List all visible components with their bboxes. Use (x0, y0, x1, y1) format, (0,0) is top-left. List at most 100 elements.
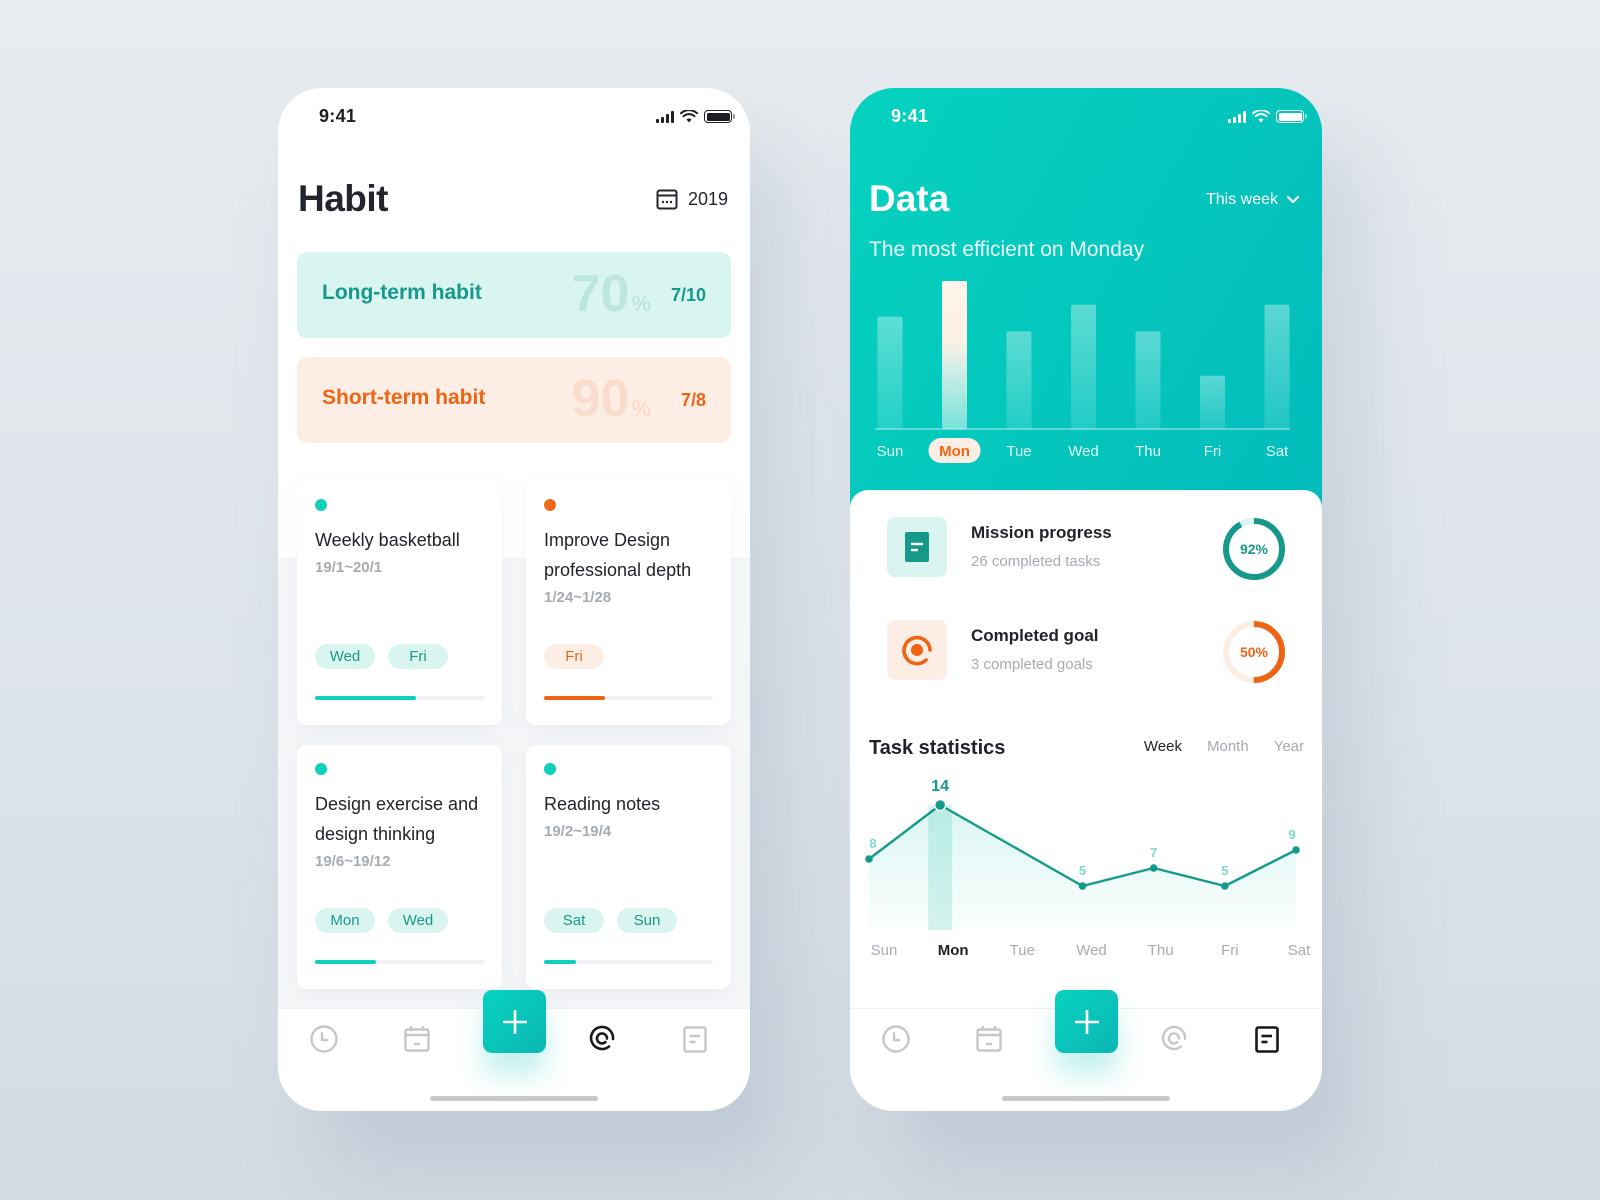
nav-goals[interactable] (586, 1023, 618, 1055)
day-tag: Fri (388, 644, 448, 669)
x-tick-label: Sun (871, 942, 898, 959)
tab-year[interactable]: Year (1274, 738, 1304, 755)
nav-calendar[interactable] (973, 1023, 1005, 1055)
target-goal-icon (902, 635, 932, 666)
bar-tick-label[interactable]: Wed (1068, 443, 1099, 460)
tab-month[interactable]: Month (1207, 738, 1249, 755)
habit-status-dot (544, 763, 556, 775)
bottom-nav (278, 990, 750, 1111)
tab-week[interactable]: Week (1144, 738, 1182, 755)
clock-icon (310, 1025, 338, 1053)
weekly-efficiency-bar-chart: Sun Mon Tue Wed Thu Fri Sat (875, 281, 1290, 463)
habit-progress-bar (315, 960, 484, 964)
habit-day-tags: Wed Fri (315, 644, 448, 669)
bar-sat[interactable] (1264, 304, 1290, 429)
bar-tick-label[interactable]: Thu (1135, 443, 1161, 460)
data-point[interactable] (1292, 846, 1300, 854)
data-screen: 9:41 Data This week The most efficient o… (850, 88, 1322, 1111)
summary-fraction: 7/8 (680, 390, 706, 410)
habit-card[interactable]: Improve Design professional depth 1/24~1… (526, 481, 731, 725)
add-habit-button[interactable] (1055, 990, 1118, 1053)
bar-mon[interactable] (942, 281, 967, 429)
metric-subtitle: 3 completed goals (971, 656, 1093, 673)
plus-icon (1074, 1009, 1099, 1034)
signal-icon (1228, 110, 1246, 123)
period-label: This week (1205, 191, 1278, 208)
data-point[interactable] (1221, 882, 1229, 890)
bar-tue[interactable] (1006, 331, 1032, 429)
metric-percent: 92% (1239, 541, 1269, 557)
bar-fri[interactable] (1200, 375, 1225, 429)
year-label: 2019 (687, 188, 728, 209)
nav-stats[interactable] (1251, 1023, 1283, 1055)
bar-tick-label[interactable]: Fri (1204, 443, 1222, 460)
nav-calendar[interactable] (401, 1023, 433, 1055)
wifi-icon (1252, 110, 1270, 123)
habit-date-range: 19/6~19/12 (315, 853, 391, 870)
home-indicator (1002, 1096, 1170, 1101)
habit-progress-fill (544, 960, 577, 964)
task-statistics-tabs: Week Month Year (1144, 738, 1304, 755)
x-tick-label: Mon (938, 942, 969, 959)
habit-name: Design exercise and design thinking (315, 794, 479, 844)
day-tag: Mon (315, 908, 375, 933)
data-point[interactable] (1078, 882, 1087, 890)
data-label: 7 (1150, 845, 1157, 860)
habit-progress-bar (315, 696, 484, 700)
long-term-habit-card[interactable]: Long-term habit 70% 7/10 (297, 252, 731, 338)
x-tick-label: Sat (1288, 942, 1311, 959)
habit-list: Weekly basketball 19/1~20/1 Wed Fri Impro… (297, 481, 731, 989)
bar-tick-label[interactable]: Sun (877, 443, 904, 460)
metric-completed-goal[interactable]: Completed goal 3 completed goals 50% (887, 620, 1287, 683)
habit-date-range: 1/24~1/28 (544, 589, 612, 606)
add-habit-button[interactable] (483, 990, 546, 1053)
data-label: 5 (1221, 863, 1228, 878)
bar-thu[interactable] (1135, 331, 1161, 429)
habit-date-range: 19/2~19/4 (544, 823, 612, 840)
habit-status-dot (544, 499, 556, 511)
bar-tick-label[interactable]: Tue (1006, 443, 1031, 460)
habit-screen: 9:41 Habit 2019 Long-term habit 70% 7/10… (278, 88, 750, 1111)
bar-tick-label[interactable]: Sat (1266, 443, 1289, 460)
habit-date-range: 19/1~20/1 (315, 559, 383, 576)
habit-card[interactable]: Reading notes 19/2~19/4 Sat Sun (526, 745, 731, 989)
bar-wed[interactable] (1071, 304, 1096, 429)
day-tag: Sun (617, 908, 677, 933)
bar-tick-label[interactable]: Mon (939, 443, 970, 460)
nav-goals[interactable] (1158, 1023, 1190, 1055)
calendar-icon (404, 1026, 430, 1052)
nav-history[interactable] (308, 1023, 340, 1055)
data-point[interactable] (865, 855, 873, 863)
summary-label: Long-term habit (322, 281, 482, 304)
task-statistics-title: Task statistics (869, 737, 1006, 759)
battery-icon (1276, 110, 1307, 123)
document-icon (1255, 1026, 1279, 1053)
habit-progress-fill (315, 960, 376, 964)
summary-label: Short-term habit (322, 386, 486, 409)
task-statistics-line-chart: 8 14 5 7 5 9 Sun Mon Tue Wed Thu Fri Sat (865, 778, 1311, 959)
target-icon (589, 1025, 615, 1051)
clock-icon (882, 1025, 910, 1053)
data-point[interactable] (1149, 864, 1158, 872)
habit-progress-fill (544, 696, 605, 700)
year-selector[interactable]: 2019 (656, 188, 728, 210)
nav-history[interactable] (880, 1023, 912, 1055)
bottom-nav (850, 990, 1322, 1111)
page-title: Habit (298, 178, 389, 219)
data-point[interactable] (933, 798, 947, 812)
period-dropdown[interactable]: This week (1206, 191, 1300, 209)
habit-status-dot (315, 499, 327, 511)
day-tag: Sat (544, 908, 604, 933)
metric-mission-progress[interactable]: Mission progress 26 completed tasks 92% (887, 517, 1287, 580)
habit-card[interactable]: Design exercise and design thinking 19/6… (297, 745, 502, 989)
habit-day-tags: Mon Wed (315, 908, 448, 933)
habit-card[interactable]: Weekly basketball 19/1~20/1 Wed Fri (297, 481, 502, 725)
plus-icon (502, 1009, 527, 1034)
bar-sun[interactable] (877, 316, 903, 429)
short-term-habit-card[interactable]: Short-term habit 90% 7/8 (297, 357, 731, 443)
summary-percent: 70% (571, 265, 651, 323)
nav-stats[interactable] (679, 1023, 711, 1055)
day-tag: Wed (315, 644, 375, 669)
summary-percent: 90% (571, 370, 651, 428)
day-tag: Wed (388, 908, 448, 933)
